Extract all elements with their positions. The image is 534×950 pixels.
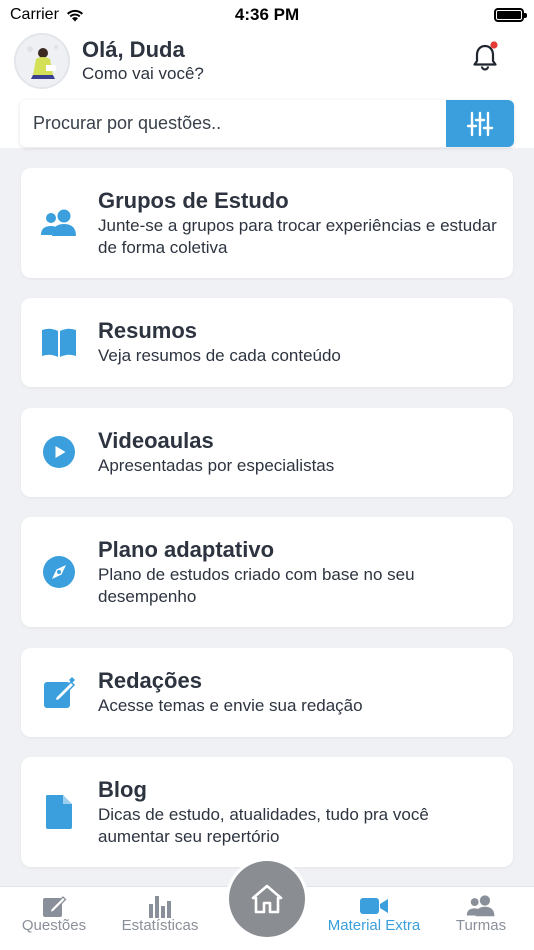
greeting-subtitle: Como vai você? (82, 64, 204, 83)
tab-label: Questões (21, 917, 87, 934)
card-blog[interactable]: Blog Dicas de estudo, atualidades, tudo … (21, 757, 513, 867)
document-icon (40, 793, 78, 831)
tab-questions[interactable]: Questões (8, 887, 100, 950)
avatar[interactable] (14, 33, 70, 89)
bell-icon (473, 41, 498, 71)
card-description: Dicas de estudo, atualidades, tudo pra v… (98, 805, 429, 846)
home-button[interactable] (226, 858, 308, 940)
card-title: Grupos de Estudo (98, 188, 289, 213)
card-description: Apresentadas por especialistas (98, 456, 335, 475)
card-summaries[interactable]: Resumos Veja resumos de cada conteúdo (21, 298, 513, 387)
users-icon (40, 204, 78, 242)
battery-icon (494, 8, 527, 22)
search-bar (20, 100, 514, 147)
tab-label: Estatísticas (121, 917, 199, 934)
card-adaptive-plan[interactable]: Plano adaptativo Plano de estudos criado… (21, 517, 513, 627)
sliders-icon (466, 111, 494, 136)
card-title: Blog (98, 777, 147, 802)
card-title: Redações (98, 668, 202, 693)
header: Olá, Duda Como vai você? (0, 30, 534, 148)
card-essays[interactable]: Redações Acesse temas e envie sua redaçã… (21, 648, 513, 737)
home-icon (251, 884, 283, 914)
tab-extra-material[interactable]: Material Extra (322, 887, 426, 950)
notification-dot (490, 41, 498, 49)
compass-icon (40, 553, 78, 591)
avatar-illustration-icon (16, 35, 68, 87)
card-description: Plano de estudos criado com base no seu … (98, 565, 415, 606)
wifi-icon (66, 9, 83, 22)
greeting-title: Olá, Duda (82, 37, 185, 62)
tab-label: Turmas (455, 917, 507, 934)
card-study-groups[interactable]: Grupos de Estudo Junte-se a grupos para … (21, 168, 513, 278)
notifications-button[interactable] (468, 40, 502, 74)
card-title: Videoaulas (98, 428, 214, 453)
card-description: Junte-se a grupos para trocar experiênci… (98, 216, 497, 257)
tab-classes[interactable]: Turmas (436, 887, 526, 950)
carrier-info: Carrier (10, 6, 85, 24)
search-input[interactable] (20, 100, 446, 147)
tab-label: Material Extra (327, 917, 421, 934)
card-video-lessons[interactable]: Videoaulas Apresentadas por especialista… (21, 408, 513, 497)
home-button-circle (229, 861, 305, 937)
edit-icon (40, 674, 78, 712)
card-title: Resumos (98, 318, 198, 343)
tab-statistics[interactable]: Estatísticas (108, 887, 212, 950)
carrier-label: Carrier (10, 6, 59, 23)
play-icon (40, 433, 78, 471)
card-title: Plano adaptativo (98, 537, 275, 562)
card-description: Acesse temas e envie sua redação (98, 696, 363, 715)
card-description: Veja resumos de cada conteúdo (98, 346, 341, 365)
filter-button[interactable] (446, 100, 514, 147)
status-bar: Carrier 4:36 PM (0, 0, 534, 30)
book-icon (40, 323, 78, 361)
